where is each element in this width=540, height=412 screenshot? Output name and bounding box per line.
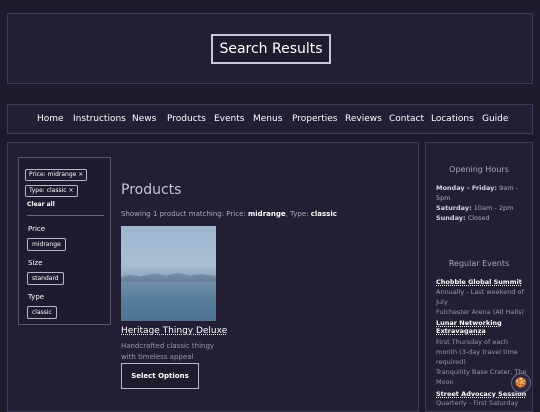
nav-item-properties[interactable]: Properties [292,114,337,124]
nav-item-events[interactable]: Events [214,114,244,124]
hours-row: Monday - Friday: 9am - 5pm [436,183,528,203]
nav-item-news[interactable]: News [132,114,156,124]
active-filter-type[interactable]: Type: classic × [25,185,78,197]
select-options-button[interactable]: Select Options [121,363,199,389]
main-nav: Home Instructions News Products Events M… [7,104,533,134]
site-header: Search Results [7,13,533,84]
filter-option-classic[interactable]: classic [27,306,57,319]
main-content: Price: midrange × Type: classic × Clear … [7,142,419,412]
image-mountain-ridge [121,273,216,282]
divider [27,215,104,216]
nav-item-reviews[interactable]: Reviews [345,114,382,124]
hours-day: Saturday: [436,204,472,212]
filter-group-label-price: Price [28,225,46,233]
remove-icon[interactable]: × [78,171,83,178]
cookie-icon[interactable]: 🍪 [511,373,531,393]
event-location: Fulchester Arena (All Halls) [436,308,524,316]
hours-row: Sunday: Closed [436,213,528,223]
results-summary-prefix: Showing 1 product matching: Price: [121,210,248,218]
page-title: Search Results [211,34,331,64]
nav-item-contact[interactable]: Contact [389,114,424,124]
results-summary-price: midrange [247,210,286,218]
product-description: Handcrafted classic thingy with timeless… [121,342,215,361]
product-image[interactable] [121,226,216,321]
results-summary: Showing 1 product matching: Price: midra… [121,210,337,218]
event-link[interactable]: Street Advocacy Session [436,390,528,398]
hours-day: Monday - Friday: [436,184,497,192]
active-filter-price[interactable]: Price: midrange × [25,169,88,181]
event-link[interactable]: Chobble Global Summit [436,278,528,286]
active-filter-label: Price: midrange [29,171,77,178]
filter-option-midrange[interactable]: midrange [27,238,66,251]
clear-all-link[interactable]: Clear all [27,201,55,208]
hours-time: 10am - 2pm [473,204,514,212]
sidebar: Opening Hours Monday - Friday: 9am - 5pm… [425,142,533,412]
nav-item-instructions[interactable]: Instructions [73,114,126,124]
filter-option-standard[interactable]: standard [27,272,64,285]
hours-time: Closed [467,214,490,222]
filter-group-label-type: Type [28,293,45,301]
filter-group-label-size: Size [28,259,43,267]
event-link[interactable]: Lunar Networking Extravaganza [436,319,528,335]
section-title: Products [121,182,182,198]
nav-item-products[interactable]: Products [167,114,206,124]
active-filter-label: Type: classic [29,187,67,194]
nav-item-menus[interactable]: Menus [253,114,282,124]
opening-hours-title: Opening Hours [449,165,509,174]
nav-item-guide[interactable]: Guide [482,114,508,124]
nav-item-locations[interactable]: Locations [431,114,474,124]
hours-day: Sunday: [436,214,466,222]
event-schedule: Annually - Last weekend of July [436,288,524,306]
regular-events-title: Regular Events [448,259,510,268]
event-schedule: Quarterly - First Saturday [436,399,519,407]
remove-icon[interactable]: × [69,187,74,194]
event-schedule: First Thursday of each month (3-day trav… [436,338,518,366]
results-summary-type: classic [310,210,337,218]
hours-row: Saturday: 10am - 2pm [436,203,528,213]
results-summary-mid: , Type: [285,210,311,218]
product-name-link[interactable]: Heritage Thingy Deluxe [121,326,227,336]
filter-panel: Price: midrange × Type: classic × Clear … [18,157,111,325]
nav-item-home[interactable]: Home [37,114,64,124]
